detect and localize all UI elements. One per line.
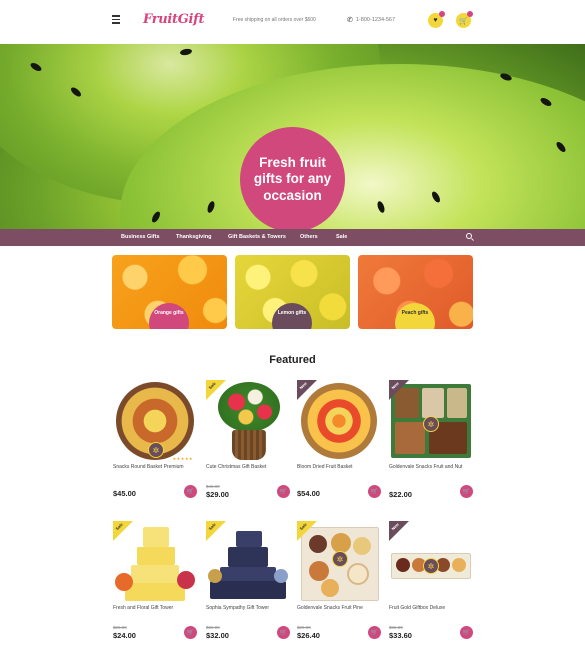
wishlist-button[interactable]: ♥ — [428, 11, 445, 28]
phone-contact: ✆ 1-800-1234-567 — [347, 16, 395, 24]
product-name[interactable]: Fresh and Floral Gift Tower — [113, 605, 197, 612]
cart-icon: 🛒 — [370, 630, 379, 636]
product-old-price: $46.00 — [206, 484, 220, 489]
product-card[interactable]: Sale Fresh and Floral Gift Tower $26.00 … — [113, 521, 197, 640]
product-image[interactable]: ✲ New — [389, 380, 473, 462]
product-name[interactable]: Sophia Sympathy Gift Tower — [206, 605, 290, 612]
featured-heading: Featured — [269, 354, 316, 366]
rating-stars: ★★★★★ — [172, 456, 193, 461]
category-label: Lemon gifts — [272, 303, 312, 329]
product-price: $45.00 — [113, 489, 136, 498]
add-to-cart-button[interactable]: 🛒 — [460, 626, 473, 639]
product-image[interactable]: Sale — [206, 521, 290, 603]
product-name[interactable]: Goldenvale Snacks Fruit Pine — [297, 605, 381, 612]
main-nav: Business Gifts Thanksgiving Gift Baskets… — [0, 229, 585, 246]
product-card[interactable]: ✲ New Goldenvale Snacks Fruit and Nut $2… — [389, 380, 473, 499]
flower-icon: ✲ — [423, 416, 439, 432]
add-to-cart-button[interactable]: 🛒 — [184, 485, 197, 498]
heart-icon: ♥ — [433, 17, 438, 24]
product-name[interactable]: Goldenvale Snacks Fruit and Nut — [389, 464, 473, 471]
flower-icon: ✲ — [332, 551, 348, 567]
product-price: $22.00 — [389, 490, 412, 499]
product-image[interactable]: Sale — [113, 521, 197, 603]
cart-count-dot — [467, 11, 473, 17]
category-lemon-gifts[interactable]: Lemon gifts — [235, 255, 350, 329]
category-orange-gifts[interactable]: Orange gifts — [112, 255, 227, 329]
cart-button[interactable]: 🛒 — [456, 11, 473, 28]
cart-icon: 🛒 — [279, 630, 288, 636]
product-price: $54.00 — [297, 489, 320, 498]
product-name[interactable]: Snacks Round Basket Premium — [113, 464, 197, 471]
menu-icon[interactable] — [112, 15, 120, 24]
site-logo[interactable]: FruitGift — [143, 12, 204, 27]
product-price: $33.60 — [389, 631, 412, 640]
hero-banner: Fresh fruit gifts for any occasion — [0, 44, 585, 229]
product-name[interactable]: Cute Christmas Gift Basket — [206, 464, 290, 471]
category-label: Orange gifts — [149, 303, 189, 329]
shipping-notice: Free shipping on all orders over $600 — [233, 17, 316, 23]
cart-icon: 🛒 — [370, 489, 379, 495]
product-price: $32.00 — [206, 631, 229, 640]
add-to-cart-button[interactable]: 🛒 — [368, 485, 381, 498]
product-image[interactable]: ✲ Sale — [297, 521, 381, 603]
product-price: $26.40 — [297, 631, 320, 640]
product-image[interactable]: ✲ New — [389, 521, 473, 603]
nav-thanksgiving[interactable]: Thanksgiving — [176, 234, 211, 240]
product-image[interactable]: Sale — [206, 380, 290, 462]
nav-business-gifts[interactable]: Business Gifts — [121, 234, 160, 240]
product-card[interactable]: ✲ Sale Goldenvale Snacks Fruit Pine $29.… — [297, 521, 381, 640]
site-header: FruitGift Free shipping on all orders ov… — [0, 0, 585, 44]
product-card[interactable]: Sale Cute Christmas Gift Basket $46.00 $… — [206, 380, 290, 499]
product-card[interactable]: ✲ ★★★★★ Snacks Round Basket Premium $45.… — [113, 380, 197, 498]
product-image[interactable]: ✲ ★★★★★ — [113, 380, 197, 462]
product-old-price: $36.00 — [389, 625, 403, 630]
cart-icon: 🛒 — [279, 489, 288, 495]
cart-icon: 🛒 — [462, 630, 471, 636]
cart-icon: 🛒 — [462, 489, 471, 495]
flower-icon: ✲ — [148, 442, 164, 458]
add-to-cart-button[interactable]: 🛒 — [277, 485, 290, 498]
add-to-cart-button[interactable]: 🛒 — [277, 626, 290, 639]
cart-icon: 🛒 — [459, 17, 468, 25]
add-to-cart-button[interactable]: 🛒 — [460, 485, 473, 498]
category-label: Peach gifts — [395, 303, 435, 329]
flower-icon: ✲ — [423, 558, 439, 574]
cart-icon: 🛒 — [186, 489, 195, 495]
product-card[interactable]: Sale Sophia Sympathy Gift Tower $36.00 $… — [206, 521, 290, 640]
phone-number: 1-800-1234-567 — [355, 17, 396, 23]
nav-others[interactable]: Others — [300, 234, 318, 240]
search-icon[interactable] — [466, 233, 472, 239]
phone-icon: ✆ — [347, 17, 353, 24]
cart-icon: 🛒 — [186, 630, 195, 636]
product-name[interactable]: Bloom Dried Fruit Basket — [297, 464, 381, 471]
product-old-price: $26.00 — [113, 625, 127, 630]
product-old-price: $36.00 — [206, 625, 220, 630]
product-image[interactable]: New — [297, 380, 381, 462]
product-price: $29.00 — [206, 490, 229, 499]
add-to-cart-button[interactable]: 🛒 — [184, 626, 197, 639]
add-to-cart-button[interactable]: 🛒 — [368, 626, 381, 639]
product-card[interactable]: New Bloom Dried Fruit Basket $54.00 🛒 — [297, 380, 381, 498]
product-name[interactable]: Fruit Gold Giftbox Deluxe — [389, 605, 473, 612]
product-old-price: $29.00 — [297, 625, 311, 630]
nav-gift-baskets-towers[interactable]: Gift Baskets & Towers — [228, 234, 286, 240]
category-peach-gifts[interactable]: Peach gifts — [358, 255, 473, 329]
nav-sale[interactable]: Sale — [336, 234, 347, 240]
product-card[interactable]: ✲ New Fruit Gold Giftbox Deluxe $36.00 $… — [389, 521, 473, 640]
wishlist-count-dot — [439, 11, 445, 17]
hero-headline: Fresh fruit gifts for any occasion — [240, 127, 345, 229]
product-price: $24.00 — [113, 631, 136, 640]
